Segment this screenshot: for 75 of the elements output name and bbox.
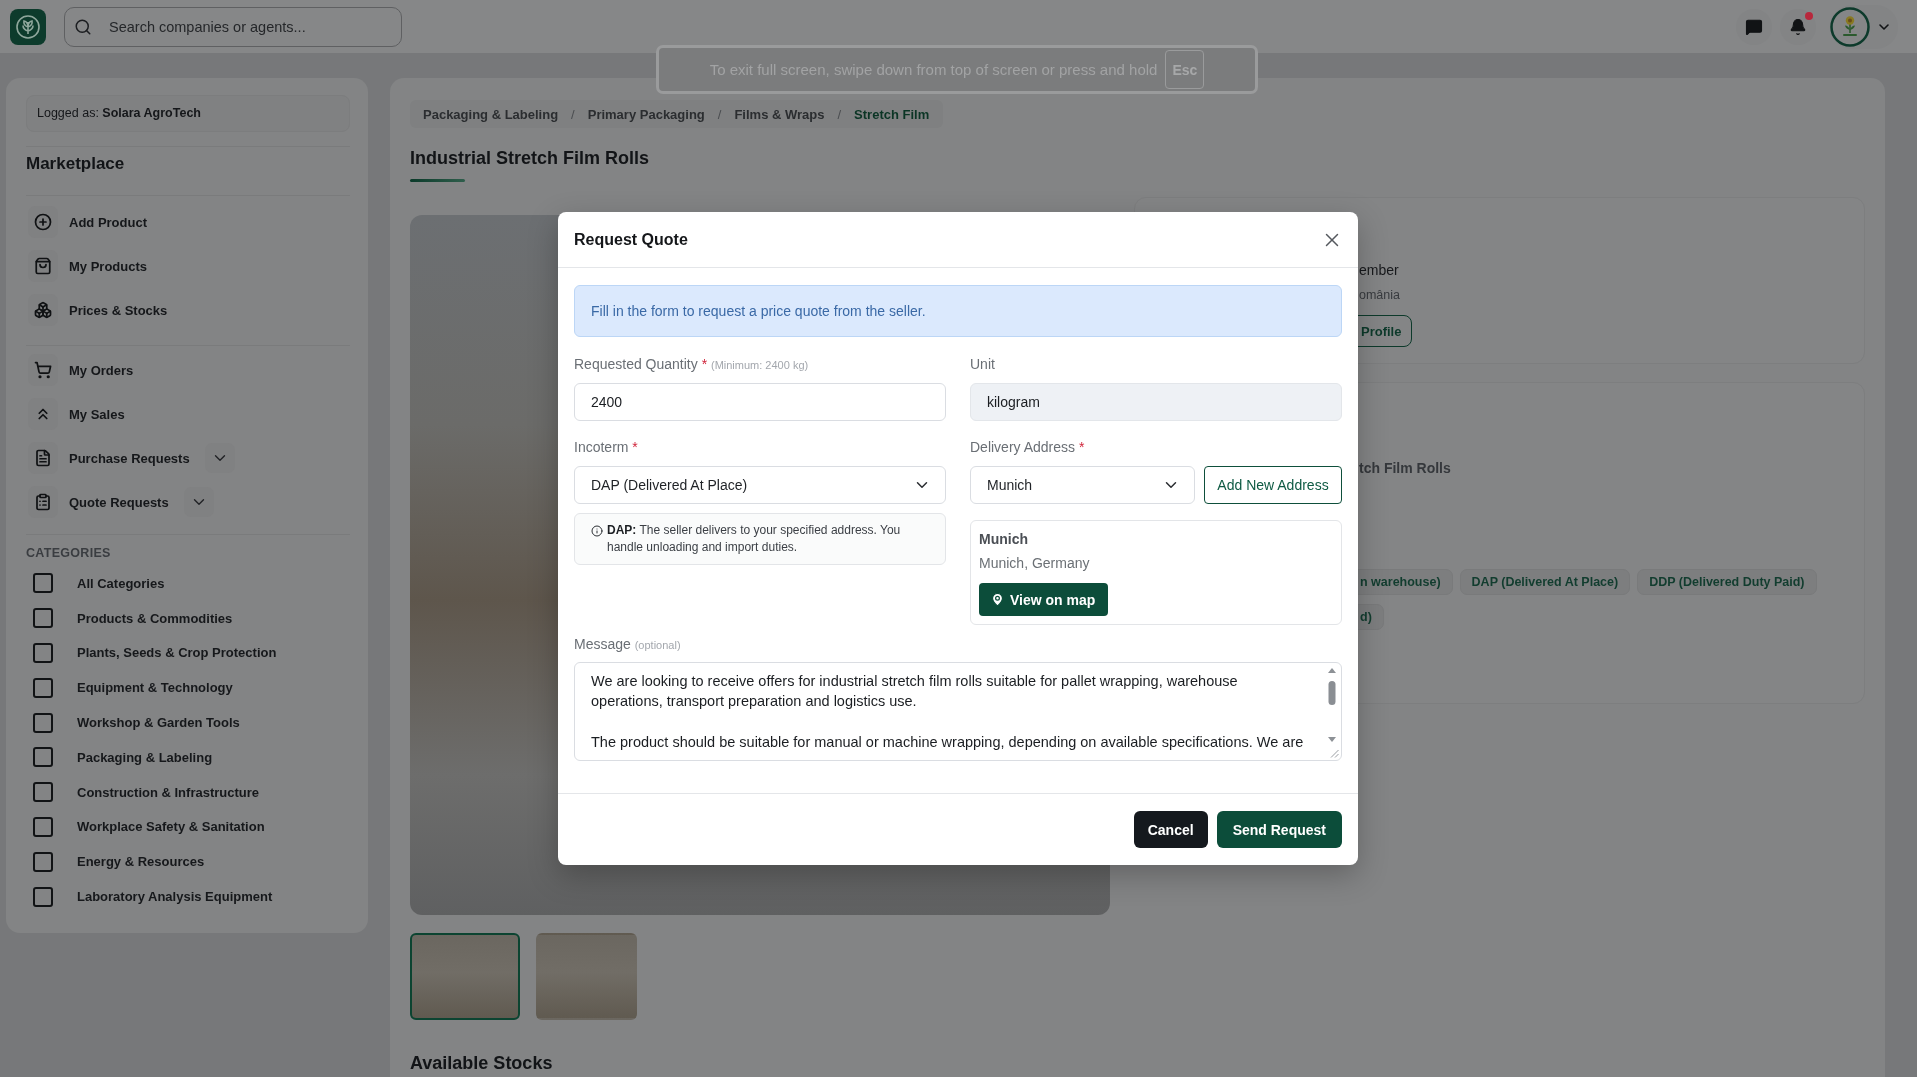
category-label[interactable]: Energy & Resources — [77, 854, 205, 870]
sidebar-item[interactable]: My Orders — [28, 354, 134, 386]
field-label: Message (optional) — [574, 635, 681, 653]
incoterm-chip: DDP (Delivered Duty Paid) — [1637, 569, 1817, 595]
incoterm-select[interactable]: DAP (Delivered At Place) — [574, 466, 946, 504]
checkbox[interactable] — [33, 747, 53, 768]
breadcrumb-link[interactable]: Packaging & Labeling — [423, 106, 559, 122]
category-label[interactable]: Packaging & Labeling — [77, 749, 213, 765]
breadcrumb-link[interactable]: Stretch Film — [854, 106, 930, 122]
map-pin-icon — [990, 592, 1005, 607]
breadcrumb-link[interactable]: Primary Packaging — [587, 106, 705, 122]
seller-country-text: omânia — [1359, 287, 1400, 304]
checkbox[interactable] — [33, 816, 53, 837]
address-select[interactable]: Munich — [970, 466, 1195, 504]
field-label: Incoterm * — [574, 438, 639, 456]
field-label: Requested Quantity * (Minimum: 2400 kg) — [574, 355, 810, 373]
chat-icon — [1745, 17, 1763, 36]
breadcrumb-separator: / — [571, 106, 575, 122]
checkbox[interactable] — [33, 608, 53, 629]
category-label[interactable]: Construction & Infrastructure — [77, 784, 259, 800]
checkbox[interactable] — [33, 643, 53, 663]
product-title: Industrial Stretch Film Rolls — [410, 147, 650, 170]
checkbox[interactable] — [33, 886, 53, 907]
category-label[interactable]: Workplace Safety & Sanitation — [77, 819, 265, 835]
info-icon — [591, 525, 603, 537]
resize-handle-icon[interactable] — [1330, 749, 1339, 758]
sidebar-item[interactable]: Add Product — [28, 206, 147, 238]
category-label[interactable]: Workshop & Garden Tools — [77, 715, 240, 731]
field-label: Unit — [970, 355, 996, 373]
view-on-map-button[interactable]: View on map — [979, 583, 1109, 616]
address-name: Munich — [979, 530, 1028, 549]
sidebar-item[interactable]: My Products — [28, 250, 147, 282]
sidebar-item[interactable]: Purchase Requests — [28, 442, 190, 474]
send-request-button[interactable]: Send Request — [1216, 811, 1342, 848]
category-label[interactable]: Products & Commodities — [77, 610, 233, 626]
checkbox[interactable] — [33, 851, 53, 872]
sidebar-title: Marketplace — [26, 153, 125, 175]
info-banner: Fill in the form to request a price quote from the seller. — [574, 285, 1342, 337]
incoterm-chip: DAP (Delivered At Place) — [1459, 569, 1631, 595]
categories-heading: CATEGORIES — [26, 545, 111, 562]
dialog-title: Request Quote — [574, 230, 688, 249]
category-label[interactable]: Plants, Seeds & Crop Protection — [77, 645, 277, 661]
breadcrumb-separator: / — [717, 106, 722, 122]
search-icon — [74, 17, 92, 36]
breadcrumb-separator: / — [837, 106, 842, 122]
title-accent-bar — [410, 179, 465, 182]
sidebar-item[interactable]: My Sales — [28, 398, 125, 430]
section-heading: Available Stocks — [410, 1052, 553, 1074]
quantity-input[interactable]: 2400 — [574, 383, 946, 421]
flower-avatar-icon — [1830, 6, 1870, 47]
sidebar-item[interactable]: Quote Requests — [28, 486, 169, 518]
unit-input: kilogram — [970, 383, 1342, 421]
incoterm-note-text: DAP: The seller delivers to your specified address. You handle unloading and import duties. — [607, 522, 902, 556]
message-field[interactable]: We are looking to receive offers for industrial stretch film rolls suitable for pallet wrapping, warehouse operations, transport preparation and logistics use. The product should be suitable for manual or machine wrapping, depending on available specifications. We are — [574, 662, 1342, 761]
add-address-button[interactable]: Add New Address — [1204, 466, 1342, 504]
search-field[interactable]: Search companies or agents... — [64, 6, 402, 47]
thumbnail-photo-placeholder[interactable] — [410, 933, 520, 1020]
field-label: Delivery Address * — [970, 438, 1086, 456]
checkbox[interactable] — [33, 712, 53, 733]
checkbox[interactable] — [33, 677, 53, 698]
category-label[interactable]: All Categories — [77, 575, 165, 591]
category-label[interactable]: Equipment & Technology — [77, 680, 233, 696]
sidebar-item[interactable]: Prices & Stocks — [28, 294, 168, 326]
bell-icon — [1789, 17, 1807, 36]
leaf-logo-icon[interactable] — [10, 8, 46, 45]
category-label[interactable]: Laboratory Analysis Equipment — [77, 889, 273, 905]
product-name-text: tch Film Rolls — [1359, 459, 1451, 478]
breadcrumb-link[interactable]: Films & Wraps — [734, 106, 825, 122]
thumbnail-photo-placeholder[interactable] — [536, 933, 637, 1020]
checkbox[interactable] — [33, 573, 53, 594]
cancel-button[interactable]: Cancel — [1133, 811, 1208, 848]
checkbox[interactable] — [33, 782, 53, 803]
address-location: Munich, Germany — [979, 554, 1090, 573]
seller-status-text: ember — [1359, 261, 1399, 280]
logged-in-banner: Logged as: Solara AgroTech — [26, 95, 350, 132]
